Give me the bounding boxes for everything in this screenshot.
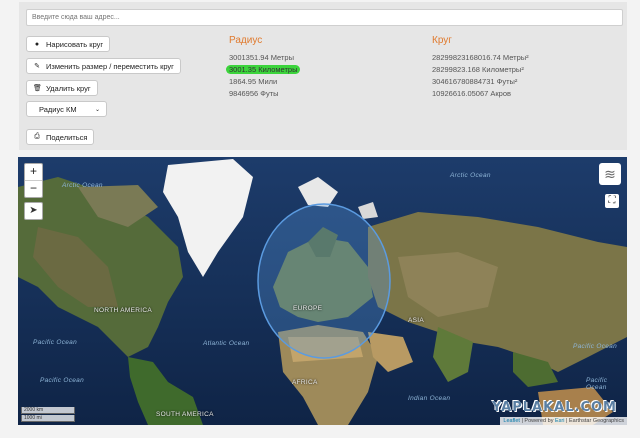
attribution-rest: | Earthstar Geographics [566,418,624,424]
radius-circle [257,203,391,359]
edit-icon: ✎ [34,63,40,70]
share-button[interactable]: ⎙ Поделиться [26,129,95,145]
delete-circle-label: Удалить круг [46,83,91,93]
draw-circle-button[interactable]: ● Нарисовать круг [26,36,111,52]
atlantic-ocean-label: Atlantic Ocean [203,340,250,347]
circle-sq-meters: 28299823168016.74 Метры² [432,53,529,62]
pacific-ocean-label-right: Pacific Ocean [573,343,618,350]
radius-meters: 3001351.94 Метры [229,53,294,62]
africa-label: AFRICA [292,379,318,386]
pacific-ocean-label-lower-left: Pacific Ocean [40,377,85,384]
radius-results: Радиус 3001351.94 Метры 3001.35 Километр… [226,35,301,100]
south-america-label: SOUTH AMERICA [156,411,214,418]
controls-panel: ● Нарисовать круг ✎ Изменить размер / пе… [19,2,627,150]
locate-arrow-icon: ➤ [29,205,38,216]
scale-km: 2000 km [21,407,75,414]
arctic-ocean-label-left: Arctic Ocean [62,182,103,189]
map-attribution: Leaflet | Powered by Esri | Earthstar Ge… [500,417,627,425]
europe-label: EUROPE [293,305,323,312]
circle-sq-feet: 304616780884731 Футы² [432,77,518,86]
resize-circle-label: Изменить размер / переместить круг [46,61,174,71]
trash-icon: 🗑 [33,85,42,92]
circle-sq-km: 28299823.168 Километры² [432,65,524,74]
radius-km: 3001.35 Километры [226,65,301,74]
pacific-ocean-label-lower-right: Pacific Ocean [586,377,608,391]
powered-by-text: | Powered by [521,418,554,424]
world-map[interactable]: + − ➤ ≋ ⛶ Arctic Ocean Arctic Ocean NORT… [18,157,627,425]
scale-mi: 1000 mi [21,415,75,422]
arctic-ocean-label-right: Arctic Ocean [450,172,491,179]
circle-results: Круг 28299823168016.74 Метры² 28299823.1… [432,35,529,100]
layers-button[interactable]: ≋ [599,163,621,185]
radius-unit-value: Радиус КМ [39,104,77,114]
circle-acres: 10926616.05067 Акров [432,89,512,98]
resize-circle-button[interactable]: ✎ Изменить размер / переместить круг [26,58,181,74]
delete-circle-button[interactable]: 🗑 Удалить круг [26,80,98,96]
zoom-in-button[interactable]: + [25,164,42,180]
chevron-down-icon: ⌄ [94,106,100,113]
pacific-ocean-label-left: Pacific Ocean [33,339,78,346]
address-input[interactable] [26,9,623,26]
esri-link[interactable]: Esri [555,418,564,424]
draw-circle-label: Нарисовать круг [46,39,104,49]
share-label: Поделиться [46,132,88,142]
map-scale: 2000 km 1000 mi [21,406,75,422]
fullscreen-icon: ⛶ [608,195,616,206]
radius-unit-select[interactable]: Радиус КМ ⌄ [26,101,107,117]
zoom-control: + − [24,163,43,198]
radius-miles: 1864.95 Мили [229,77,278,86]
indian-ocean-label: Indian Ocean [408,395,451,402]
locate-button[interactable]: ➤ [24,202,43,220]
watermark: YAPLAKAL.COM [492,400,617,415]
leaflet-link[interactable]: Leaflet [503,418,520,424]
north-america-label: NORTH AMERICA [94,307,152,314]
fullscreen-button[interactable]: ⛶ [605,194,619,208]
layers-icon: ≋ [604,166,616,182]
radius-heading: Радиус [229,35,263,46]
radius-feet: 9846956 Футы [229,89,279,98]
share-icon: ⎙ [34,133,40,140]
circle-dot-icon: ● [34,40,40,48]
circle-heading: Круг [432,35,452,46]
map-imagery [18,157,627,425]
asia-label: ASIA [408,317,425,324]
zoom-out-button[interactable]: − [25,180,42,197]
